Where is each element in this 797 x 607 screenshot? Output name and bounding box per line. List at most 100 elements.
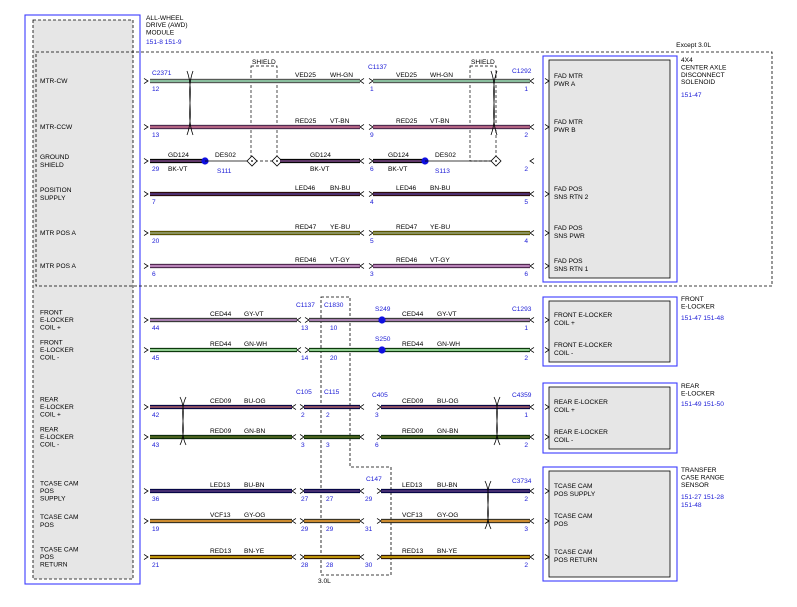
wire-color: WH-GN xyxy=(430,72,453,79)
wire-color: BU-OG xyxy=(244,398,266,405)
wire-color: GY-OG xyxy=(244,512,265,519)
component-pin-label: FAD POS xyxy=(554,225,583,232)
module-pin-label: TCASE CAM xyxy=(40,514,78,521)
component-pin-label: COIL - xyxy=(554,350,573,357)
module-pin-number: 43 xyxy=(152,442,160,449)
connector-arrow xyxy=(291,488,297,494)
wire-color: BN-BU xyxy=(430,185,451,192)
module-pin-label: MTR POS A xyxy=(40,263,77,270)
connector-arrow xyxy=(143,124,149,130)
component-title: FRONT xyxy=(681,296,704,303)
splice-dot xyxy=(378,316,386,324)
connector-pin: 29 xyxy=(326,526,334,533)
module-pin-number: 7 xyxy=(152,199,156,206)
connector-pin: 2 xyxy=(524,496,528,503)
connector-arrow xyxy=(529,78,535,84)
connector-pin: 1 xyxy=(370,86,374,93)
module-pin-number: 6 xyxy=(152,271,156,278)
component-pin-label: FAD POS xyxy=(554,186,583,193)
component-pin-label: POS xyxy=(554,521,569,528)
shield-ground-center xyxy=(495,160,497,162)
wire-color: BK-VT xyxy=(310,166,329,173)
connector-pin: 31 xyxy=(365,526,373,533)
wire-circuit: GD124 xyxy=(310,152,331,159)
module-refs: 151-8 151-9 xyxy=(146,39,182,46)
connector-arrow xyxy=(376,554,382,560)
engine-note: 3.0L xyxy=(318,578,331,585)
module-pin-label: SHIELD xyxy=(40,162,64,169)
connector-arrow xyxy=(143,158,149,164)
wire-color: GN-WH xyxy=(244,341,267,348)
connector-arrow xyxy=(368,78,374,84)
module-title: ALL-WHEEL xyxy=(146,15,184,22)
connector-arrow xyxy=(359,78,365,84)
connector-pin: 1 xyxy=(524,325,528,332)
component-refs: 151-47 xyxy=(681,92,702,99)
wire-circuit: LED13 xyxy=(402,482,422,489)
connector-arrow xyxy=(143,317,149,323)
connector-arrow xyxy=(544,554,550,560)
splice-name: S113 xyxy=(435,168,450,175)
wire-color: YE-BU xyxy=(330,224,350,231)
module-pin-label: COIL - xyxy=(40,355,59,362)
wire-color: GY-VT xyxy=(244,311,264,318)
connector-pin: 2 xyxy=(326,412,330,419)
connector-name: C147 xyxy=(366,476,382,483)
connector-pin: 2 xyxy=(524,132,528,139)
component-pin-label: TCASE CAM xyxy=(554,549,592,556)
connector-arrow xyxy=(376,404,382,410)
wire-circuit: RED46 xyxy=(295,257,317,264)
component-title: REAR xyxy=(681,383,700,390)
wire-circuit: RED47 xyxy=(396,224,418,231)
connector-arrow xyxy=(376,518,382,524)
connector-arrow xyxy=(368,263,374,269)
connector-pin: 1 xyxy=(524,86,528,93)
connector-arrow xyxy=(529,191,535,197)
wire-color: BN-BU xyxy=(330,185,351,192)
module-pin-label: TCASE CAM xyxy=(40,546,78,553)
connector-arrow xyxy=(359,434,365,440)
except-note: Except 3.0L xyxy=(676,42,711,49)
module-pin-label: SUPPLY xyxy=(40,496,66,503)
wire-circuit: RED09 xyxy=(210,428,232,435)
connector-pin: 13 xyxy=(301,325,309,332)
connector-pin: 5 xyxy=(524,199,528,206)
connector-arrow xyxy=(529,518,535,524)
connector-pin: 4 xyxy=(524,238,528,245)
connector-arrow xyxy=(544,404,550,410)
wire-color: BU-OG xyxy=(437,398,459,405)
module-pin-label: MTR POS A xyxy=(40,230,77,237)
module-pin-number: 36 xyxy=(152,496,160,503)
component-refs: 151-49 151-50 xyxy=(681,401,724,408)
connector-arrow xyxy=(544,434,550,440)
module-pin-label: MTR-CW xyxy=(40,78,68,85)
module-pin-label: COIL - xyxy=(40,442,59,449)
wire-color: BN-YE xyxy=(244,548,265,555)
connector-arrow xyxy=(359,488,365,494)
splice-dot xyxy=(378,346,386,354)
connector-pin: 9 xyxy=(370,132,374,139)
module-pin-label: POSITION xyxy=(40,187,72,194)
connector-arrow xyxy=(368,124,374,130)
connector-arrow xyxy=(359,554,365,560)
module-pin-label: REAR xyxy=(40,396,59,403)
wire-layer xyxy=(143,70,550,560)
wire-circuit: CED44 xyxy=(210,311,232,318)
component-pin-label: FAD MTR xyxy=(554,73,583,80)
connector-arrow xyxy=(143,230,149,236)
wire-color: WH-GN xyxy=(330,72,353,79)
connector-arrow xyxy=(359,230,365,236)
connector-arrow xyxy=(544,518,550,524)
connector-pin: 3 xyxy=(375,412,379,419)
connector-arrow xyxy=(143,518,149,524)
connector-pin: 2 xyxy=(524,562,528,569)
connector-pin: 6 xyxy=(524,271,528,278)
connector-arrow xyxy=(529,347,535,353)
connector-pin: 27 xyxy=(326,496,334,503)
wire-circuit: DES02 xyxy=(215,152,236,159)
connector-name: C1293 xyxy=(512,306,532,313)
connector-pin: 30 xyxy=(365,562,373,569)
wire-color: GY-VT xyxy=(437,311,457,318)
connector-pin: 28 xyxy=(326,562,334,569)
wire-circuit: RED13 xyxy=(402,548,424,555)
